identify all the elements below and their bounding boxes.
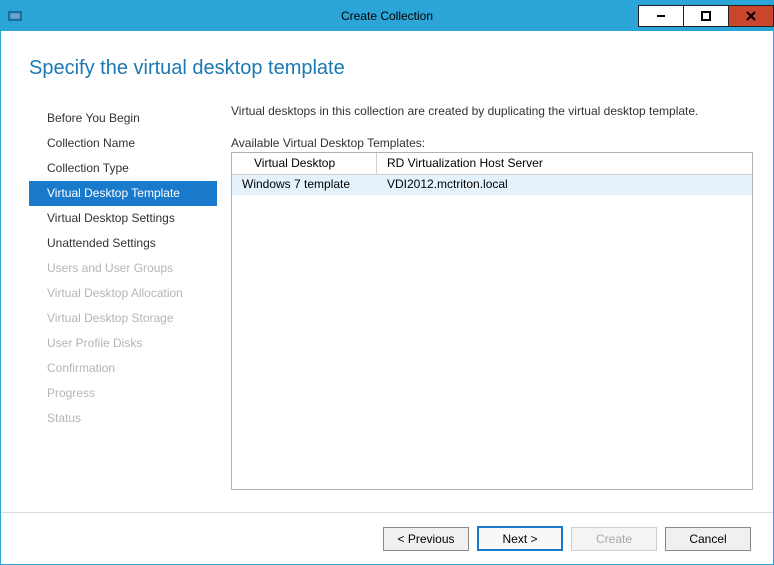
step-collection-name[interactable]: Collection Name	[29, 131, 217, 156]
step-users-and-user-groups: Users and User Groups	[29, 256, 217, 281]
wizard-footer: < Previous Next > Create Cancel	[1, 512, 773, 564]
create-button: Create	[571, 527, 657, 551]
wizard-steps-sidebar: Before You BeginCollection NameCollectio…	[29, 104, 217, 490]
page-description: Virtual desktops in this collection are …	[231, 104, 753, 118]
grid-header: Virtual Desktop RD Virtualization Host S…	[232, 153, 752, 175]
previous-button[interactable]: < Previous	[383, 527, 469, 551]
window-controls	[638, 5, 773, 27]
wizard-content: Specify the virtual desktop template Bef…	[1, 31, 773, 564]
templates-label: Available Virtual Desktop Templates:	[231, 136, 753, 150]
table-row[interactable]: Windows 7 templateVDI2012.mctriton.local	[232, 175, 752, 195]
step-collection-type[interactable]: Collection Type	[29, 156, 217, 181]
cell-virtual-desktop: Windows 7 template	[232, 175, 377, 195]
wizard-main-panel: Virtual desktops in this collection are …	[217, 104, 753, 490]
page-title: Specify the virtual desktop template	[29, 57, 753, 80]
step-confirmation: Confirmation	[29, 356, 217, 381]
step-unattended-settings[interactable]: Unattended Settings	[29, 231, 217, 256]
cell-host-server: VDI2012.mctriton.local	[377, 175, 752, 195]
wizard-window: Create Collection Specify the virtual de…	[0, 0, 774, 565]
templates-grid[interactable]: Virtual Desktop RD Virtualization Host S…	[231, 152, 753, 490]
cancel-button[interactable]: Cancel	[665, 527, 751, 551]
minimize-button[interactable]	[638, 5, 684, 27]
next-button[interactable]: Next >	[477, 526, 563, 551]
step-virtual-desktop-allocation: Virtual Desktop Allocation	[29, 281, 217, 306]
step-virtual-desktop-storage: Virtual Desktop Storage	[29, 306, 217, 331]
step-status: Status	[29, 406, 217, 431]
step-progress: Progress	[29, 381, 217, 406]
column-host-server[interactable]: RD Virtualization Host Server	[377, 153, 752, 174]
step-virtual-desktop-template[interactable]: Virtual Desktop Template	[29, 181, 217, 206]
maximize-button[interactable]	[683, 5, 729, 27]
step-before-you-begin[interactable]: Before You Begin	[29, 106, 217, 131]
titlebar: Create Collection	[1, 1, 773, 31]
app-icon	[7, 8, 23, 24]
column-virtual-desktop[interactable]: Virtual Desktop	[232, 153, 377, 174]
step-user-profile-disks: User Profile Disks	[29, 331, 217, 356]
step-virtual-desktop-settings[interactable]: Virtual Desktop Settings	[29, 206, 217, 231]
close-button[interactable]	[728, 5, 774, 27]
